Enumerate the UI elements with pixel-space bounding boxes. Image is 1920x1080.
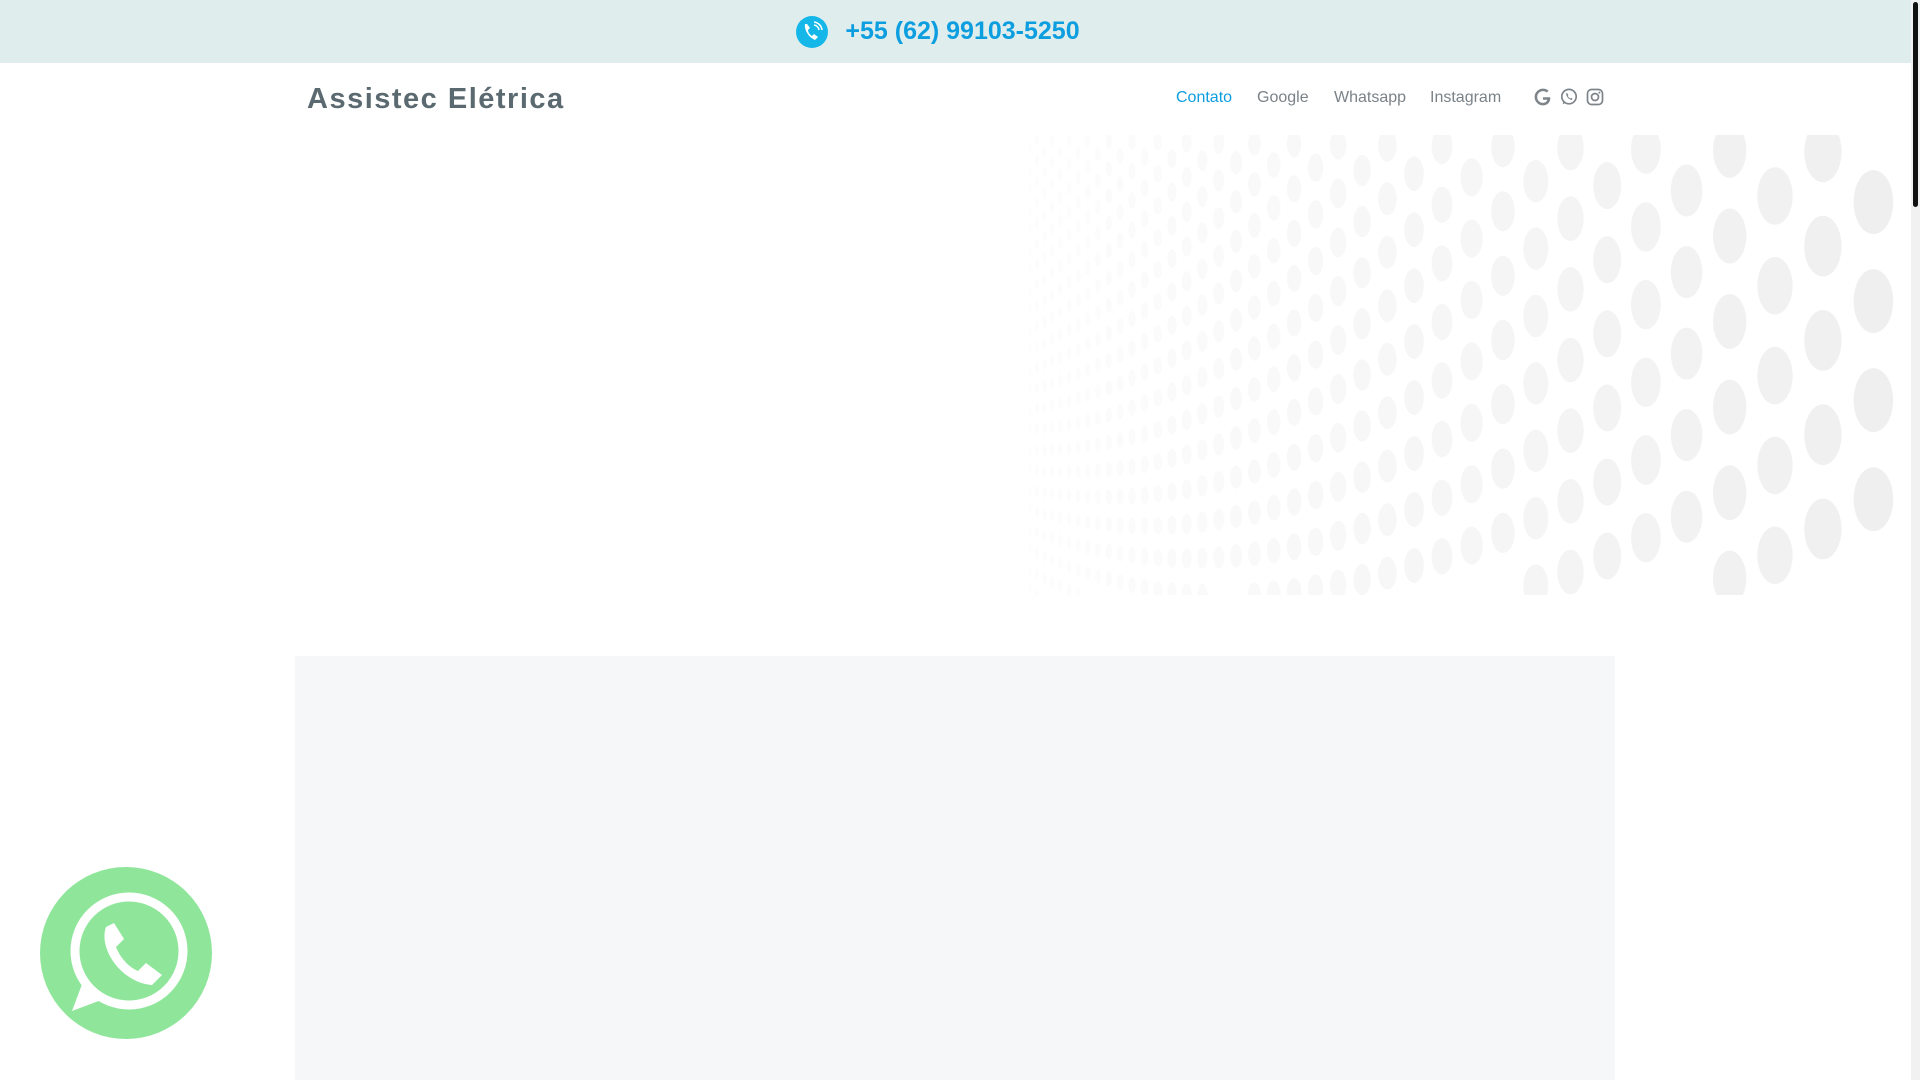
site-logo-text[interactable]: Assistec Elétrica (307, 83, 565, 116)
hero-dot-pattern (0, 135, 1920, 615)
whatsapp-icon[interactable] (1559, 87, 1579, 107)
scrollbar-thumb[interactable] (1913, 2, 1918, 207)
phone-number[interactable]: +55 (62) 99103-5250 (845, 17, 1079, 46)
hero-banner (0, 135, 1920, 615)
whatsapp-icon (70, 892, 188, 1011)
nav-whatsapp[interactable]: Whatsapp (1334, 89, 1406, 107)
instagram-icon[interactable] (1585, 87, 1605, 107)
content-placeholder (295, 656, 1615, 1080)
phone-contact[interactable]: +55 (62) 99103-5250 (795, 15, 1080, 49)
page-scrollbar[interactable] (1911, 0, 1920, 1080)
site-header: Assistec Elétrica Contato Google Whatsap… (0, 63, 1920, 135)
google-icon[interactable] (1533, 87, 1553, 107)
nav-google[interactable]: Google (1257, 89, 1309, 107)
nav-instagram[interactable]: Instagram (1430, 89, 1501, 107)
nav-contato[interactable]: Contato (1176, 89, 1232, 107)
phone-icon (796, 15, 829, 48)
top-contact-bar: +55 (62) 99103-5250 (0, 0, 1920, 63)
whatsapp-float-button[interactable] (40, 867, 212, 1039)
